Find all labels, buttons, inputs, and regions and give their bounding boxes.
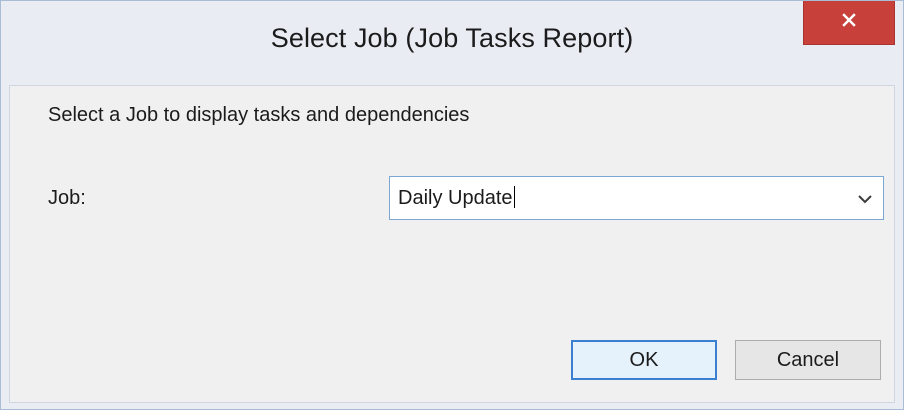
dialog-window: Select Job (Job Tasks Report) Select a J…	[0, 0, 904, 410]
dialog-body: Select a Job to display tasks and depend…	[9, 85, 895, 403]
job-select[interactable]: Daily Update	[389, 176, 884, 220]
job-label: Job:	[48, 187, 86, 209]
job-select-value[interactable]: Daily Update	[398, 186, 515, 210]
window-title: Select Job (Job Tasks Report)	[270, 23, 634, 53]
close-icon	[841, 12, 857, 33]
title-bar[interactable]: Select Job (Job Tasks Report)	[1, 1, 903, 85]
chevron-down-icon[interactable]	[855, 190, 875, 208]
ok-button[interactable]: OK	[571, 340, 717, 380]
cancel-button[interactable]: Cancel	[735, 340, 881, 380]
close-button[interactable]	[803, 1, 895, 45]
instruction-text: Select a Job to display tasks and depend…	[48, 104, 470, 126]
text-caret	[513, 186, 515, 208]
